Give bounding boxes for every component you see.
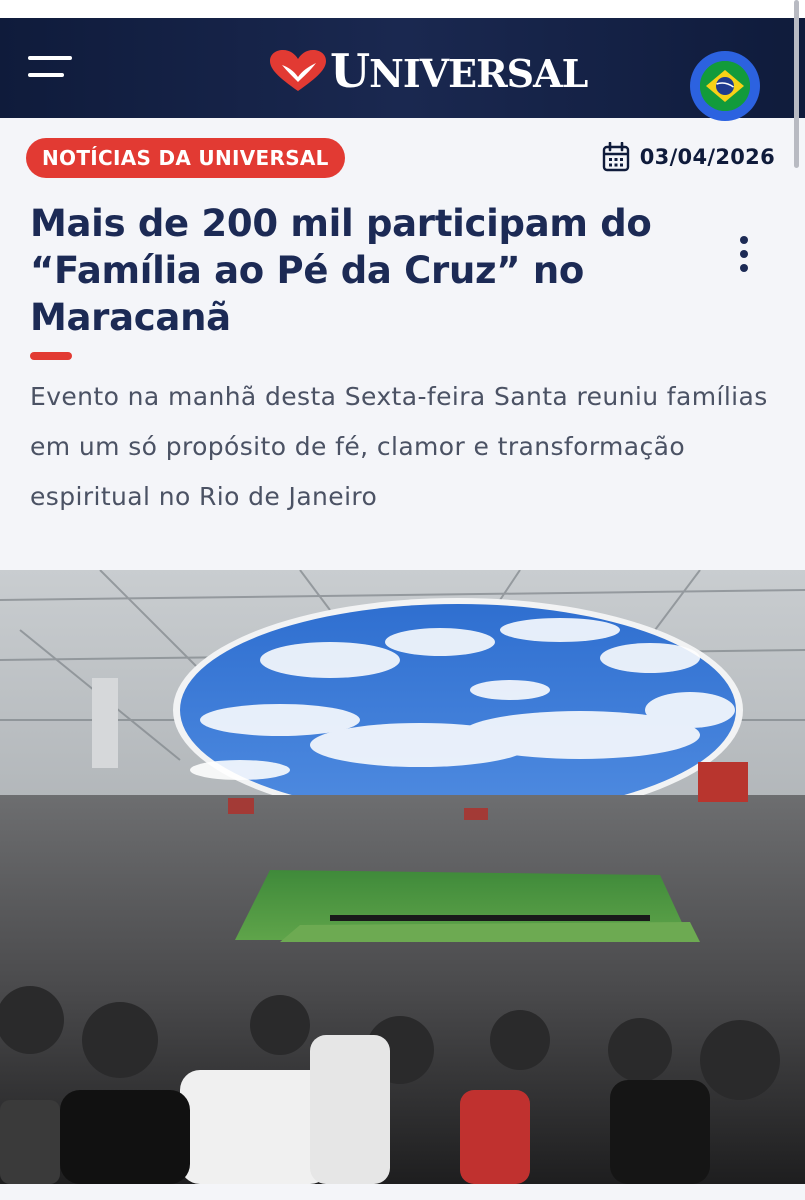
article-date: 03/04/2026 <box>602 140 775 174</box>
stadium-crowd-photo <box>0 570 805 1184</box>
article-title: Mais de 200 mil participam do “Família a… <box>30 202 652 339</box>
hamburger-menu-icon[interactable] <box>28 56 74 86</box>
logo-wordmark: UNIVERSAL <box>330 44 588 98</box>
universal-logo[interactable]: UNIVERSAL <box>268 44 588 98</box>
heart-dove-icon <box>270 50 326 91</box>
calendar-icon <box>602 142 629 172</box>
page-scrollbar[interactable] <box>794 0 799 168</box>
article-subtitle: Evento na manhã desta Sexta-feira Santa … <box>30 382 768 511</box>
title-accent-divider <box>30 352 72 360</box>
status-area <box>0 0 805 18</box>
page-bottom-area <box>0 1184 805 1200</box>
brazil-flag-icon[interactable] <box>690 51 760 121</box>
more-options-icon[interactable] <box>730 234 758 274</box>
site-header: UNIVERSAL <box>0 18 805 121</box>
date-text: 03/04/2026 <box>639 145 775 169</box>
category-badge[interactable]: NOTÍCIAS DA UNIVERSAL <box>26 138 345 178</box>
